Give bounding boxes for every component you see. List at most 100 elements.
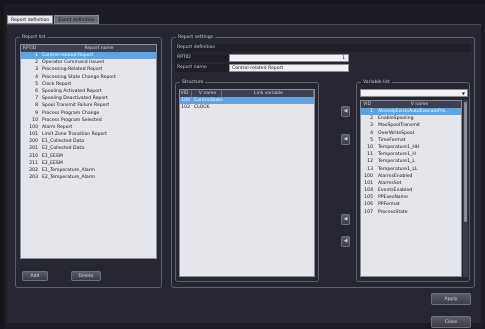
left-arrow-icon: ◀: [343, 136, 348, 142]
report-name-cell: Spool Transmit Failure Report: [42, 103, 110, 109]
report-list-panel: Report list RPTID Report name 1 Control-r…: [15, 34, 162, 288]
vid-cell: 5: [370, 137, 373, 143]
report-list-row[interactable]: 7 Spooling Deactivated Report: [21, 95, 156, 102]
delete-report-button[interactable]: Delete: [71, 271, 101, 281]
variable-row[interactable]: 100 AlarmsEnabled: [361, 173, 461, 180]
variable-row[interactable]: 12 Temperature1_L: [361, 158, 461, 165]
vid-cell: 13: [367, 166, 373, 172]
rptid-field[interactable]: 1: [229, 54, 349, 62]
variable-list-scrollbar[interactable]: [463, 100, 468, 277]
move-to-structure-button-3[interactable]: ◀: [341, 214, 350, 225]
report-list-row[interactable]: 100 Alarm Report: [21, 124, 156, 131]
left-arrow-icon: ◀: [343, 108, 348, 114]
variable-row[interactable]: 104 EventsEnabled: [361, 187, 461, 194]
move-to-structure-button-4[interactable]: ◀: [341, 236, 350, 247]
report-list-row[interactable]: 9 Process Program Change: [21, 110, 156, 117]
vid-cell: 107: [364, 209, 373, 215]
rptid-cell: 201: [29, 146, 38, 152]
tab-event-definition[interactable]: Event definition: [54, 15, 99, 24]
structure-row[interactable]: 100 ControlState: [180, 97, 314, 105]
close-button[interactable]: Close: [431, 316, 471, 328]
vname-cell: AlreadyExistsAutoExecutePre...: [378, 109, 450, 114]
left-arrow-icon: ◀: [343, 216, 348, 222]
vid-cell: 104: [364, 188, 373, 194]
vname-cell: CLOCK: [194, 105, 210, 111]
rptid-cell: 101: [29, 132, 38, 138]
column-header-link-variable[interactable]: Link variable: [222, 90, 314, 97]
rptid-cell: 3: [35, 67, 38, 73]
variable-row[interactable]: 13 Temperature1_LL: [361, 166, 461, 173]
report-name-cell: E2_EESM: [42, 160, 63, 166]
report-list-row[interactable]: 5 Clock Report: [21, 81, 156, 88]
report-name-cell: Spooling Deactivated Report: [42, 96, 108, 102]
variable-row[interactable]: 4 OverWriteSpool: [361, 130, 461, 137]
column-header-vname[interactable]: V name: [375, 101, 461, 108]
report-name-cell: Alarm Report: [42, 124, 73, 130]
vid-cell: 106: [364, 202, 373, 208]
report-list-row[interactable]: 101 Limit Zone Transition Report: [21, 131, 156, 138]
add-report-button[interactable]: Add: [22, 271, 48, 281]
report-list-row[interactable]: 4 Processing State Change Report: [21, 74, 156, 81]
rptid-cell: 4: [35, 74, 38, 80]
report-list-row[interactable]: 6 Spooling Activated Report: [21, 88, 156, 95]
move-to-structure-button-1[interactable]: ◀: [341, 106, 350, 117]
report-list-row[interactable]: 3 Processing-Related Report: [21, 66, 156, 73]
report-name-cell: Processing-Related Report: [42, 67, 103, 73]
variable-row[interactable]: 5 TimeFormat: [361, 137, 461, 144]
variable-row[interactable]: 105 PPExecName: [361, 194, 461, 201]
report-name-cell: Process Program Selected: [42, 117, 102, 123]
report-list-row[interactable]: 202 E1_Temperature_Alarm: [21, 167, 156, 174]
variable-row[interactable]: 10 Temperature1_HH: [361, 144, 461, 151]
report-name-label: Report name: [175, 64, 229, 72]
report-list-row[interactable]: 203 E2_Temperature_Alarm: [21, 174, 156, 181]
report-name-field[interactable]: Control-related Report: [229, 64, 349, 72]
report-list-row[interactable]: 10 Process Program Selected: [21, 117, 156, 124]
variable-row[interactable]: 11 Temperature1_H: [361, 151, 461, 158]
rptid-cell: 10: [32, 117, 38, 123]
vid-cell: 102: [181, 105, 190, 111]
vname-cell: PPFormat: [378, 202, 400, 208]
column-header-vid[interactable]: VID: [361, 101, 375, 108]
variable-row[interactable]: 1 AlreadyExistsAutoExecutePre...: [361, 108, 461, 116]
column-header-vid[interactable]: VID: [180, 90, 192, 97]
report-name-cell: E2_Temperature_Alarm: [42, 175, 96, 181]
column-header-rptid[interactable]: RPTID: [21, 45, 40, 52]
report-list-row[interactable]: 2 Operator Command Issued: [21, 59, 156, 66]
variable-list-table[interactable]: VID V name 1 AlreadyExistsAutoExecutePre.…: [360, 100, 462, 277]
tab-report-definition[interactable]: Report definition: [7, 15, 54, 24]
column-header-report-name[interactable]: Report name: [40, 45, 156, 52]
scroll-thumb[interactable]: [464, 102, 467, 222]
structure-header: VID V name Link variable: [180, 90, 314, 97]
column-header-vname[interactable]: V name: [192, 90, 222, 97]
vname-cell: EnableSpooling: [378, 116, 414, 122]
vid-cell: 100: [181, 98, 190, 103]
apply-button[interactable]: Apply: [431, 293, 471, 305]
variable-row[interactable]: 3 MaxSpoolTransmit: [361, 122, 461, 129]
left-arrow-icon: ◀: [343, 238, 348, 244]
report-list-table[interactable]: RPTID Report name 1 Control-related Repor…: [20, 44, 157, 259]
rptid-cell: 9: [35, 110, 38, 116]
report-list-row[interactable]: 211 E2_EESM: [21, 160, 156, 167]
variable-row[interactable]: 106 PPFormat: [361, 201, 461, 208]
variable-filter-dropdown[interactable]: ▼: [360, 89, 468, 97]
link-variable-cell: [222, 97, 314, 104]
variable-row[interactable]: 107 ProcessState: [361, 209, 461, 216]
report-list-row[interactable]: 200 E1_Collected Data: [21, 138, 156, 145]
structure-row[interactable]: 102 CLOCK: [180, 104, 314, 111]
report-name-cell: Clock Report: [42, 81, 72, 87]
variable-row[interactable]: 2 EnableSpooling: [361, 115, 461, 122]
rptid-cell: 203: [29, 175, 38, 181]
vname-cell: ProcessState: [378, 209, 408, 215]
report-list-row[interactable]: 1 Control-related Report: [21, 52, 156, 60]
report-list-row[interactable]: 201 E2_Collected Data: [21, 145, 156, 152]
vname-cell: AlarmsEnabled: [378, 173, 413, 179]
vname-cell: ControlState: [194, 98, 223, 103]
report-list-row[interactable]: 210 E1_EESM: [21, 153, 156, 160]
structure-table[interactable]: VID V name Link variable 100 ControlState…: [179, 89, 315, 277]
rptid-cell: 202: [29, 168, 38, 173]
variable-row[interactable]: 101 AlarmsSet: [361, 180, 461, 187]
report-list-row[interactable]: 8 Spool Transmit Failure Report: [21, 102, 156, 109]
rptid-cell: 7: [35, 96, 38, 102]
move-to-structure-button-2[interactable]: ◀: [341, 134, 350, 145]
rptid-cell: 200: [29, 139, 38, 145]
